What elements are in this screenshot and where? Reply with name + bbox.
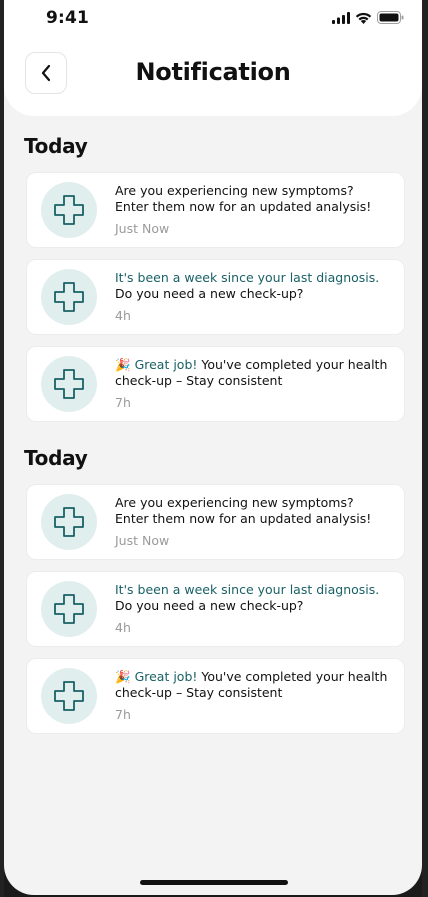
notification-time: 7h [115,395,131,410]
notification-icon [41,581,97,637]
notification-text: It's been a week since your last diagnos… [115,582,395,636]
notification-line: check-up – Stay consistent [115,685,283,700]
notification-line: You've completed your health [197,357,388,372]
notification-icon [41,668,97,724]
notification-line: Do you need a new check-up? [115,598,304,613]
notification-line: Enter them now for an updated analysis! [115,511,372,526]
notification-text: Are you experiencing new symptoms? Enter… [115,183,395,237]
status-icons [332,11,404,24]
section-title: Today [24,446,88,470]
notification-time: 4h [115,620,131,635]
party-icon: 🎉 [115,669,131,684]
notification-icon [41,269,97,325]
medical-cross-icon [54,282,84,312]
battery-icon [377,11,404,24]
party-icon: 🎉 [115,357,131,372]
wifi-icon [355,12,372,24]
signal-icon [332,11,350,24]
notification-highlight: Great job! [134,669,198,684]
notification-card[interactable]: It's been a week since your last diagnos… [26,571,405,647]
notification-highlight: It's been a week since your last diagnos… [115,270,380,285]
notification-text: Are you experiencing new symptoms? Enter… [115,495,395,549]
notification-icon [41,182,97,238]
notification-time: Just Now [115,533,170,548]
medical-cross-icon [54,594,84,624]
notification-time: 7h [115,707,131,722]
section-title: Today [24,134,88,158]
notification-line: Are you experiencing new symptoms? [115,183,354,198]
notification-card[interactable]: 🎉 Great job! You've completed your healt… [26,658,405,734]
notification-card[interactable]: Are you experiencing new symptoms? Enter… [26,484,405,560]
home-indicator [140,880,288,885]
notification-line: check-up – Stay consistent [115,373,283,388]
medical-cross-icon [54,507,84,537]
notification-card[interactable]: 🎉 Great job! You've completed your healt… [26,346,405,422]
header: 9:41 Notification [4,0,422,116]
notification-line: Are you experiencing new symptoms? [115,495,354,510]
notification-time: 4h [115,308,131,323]
notification-text: 🎉 Great job! You've completed your healt… [115,357,395,411]
medical-cross-icon [54,369,84,399]
notification-text: It's been a week since your last diagnos… [115,270,395,324]
status-time: 9:41 [46,8,90,28]
notification-time: Just Now [115,221,170,236]
notification-line: You've completed your health [197,669,388,684]
page-title: Notification [135,58,291,86]
phone-screen: 9:41 Notification Today Are you experien… [4,0,422,895]
notification-icon [41,494,97,550]
notification-line: Enter them now for an updated analysis! [115,199,372,214]
notification-highlight: Great job! [134,357,198,372]
notification-highlight: It's been a week since your last diagnos… [115,582,380,597]
notification-card[interactable]: Are you experiencing new symptoms? Enter… [26,172,405,248]
notification-card[interactable]: It's been a week since your last diagnos… [26,259,405,335]
device-edge-right [422,0,428,897]
notification-text: 🎉 Great job! You've completed your healt… [115,669,395,723]
medical-cross-icon [54,195,84,225]
medical-cross-icon [54,681,84,711]
notification-icon [41,356,97,412]
notification-line: Do you need a new check-up? [115,286,304,301]
